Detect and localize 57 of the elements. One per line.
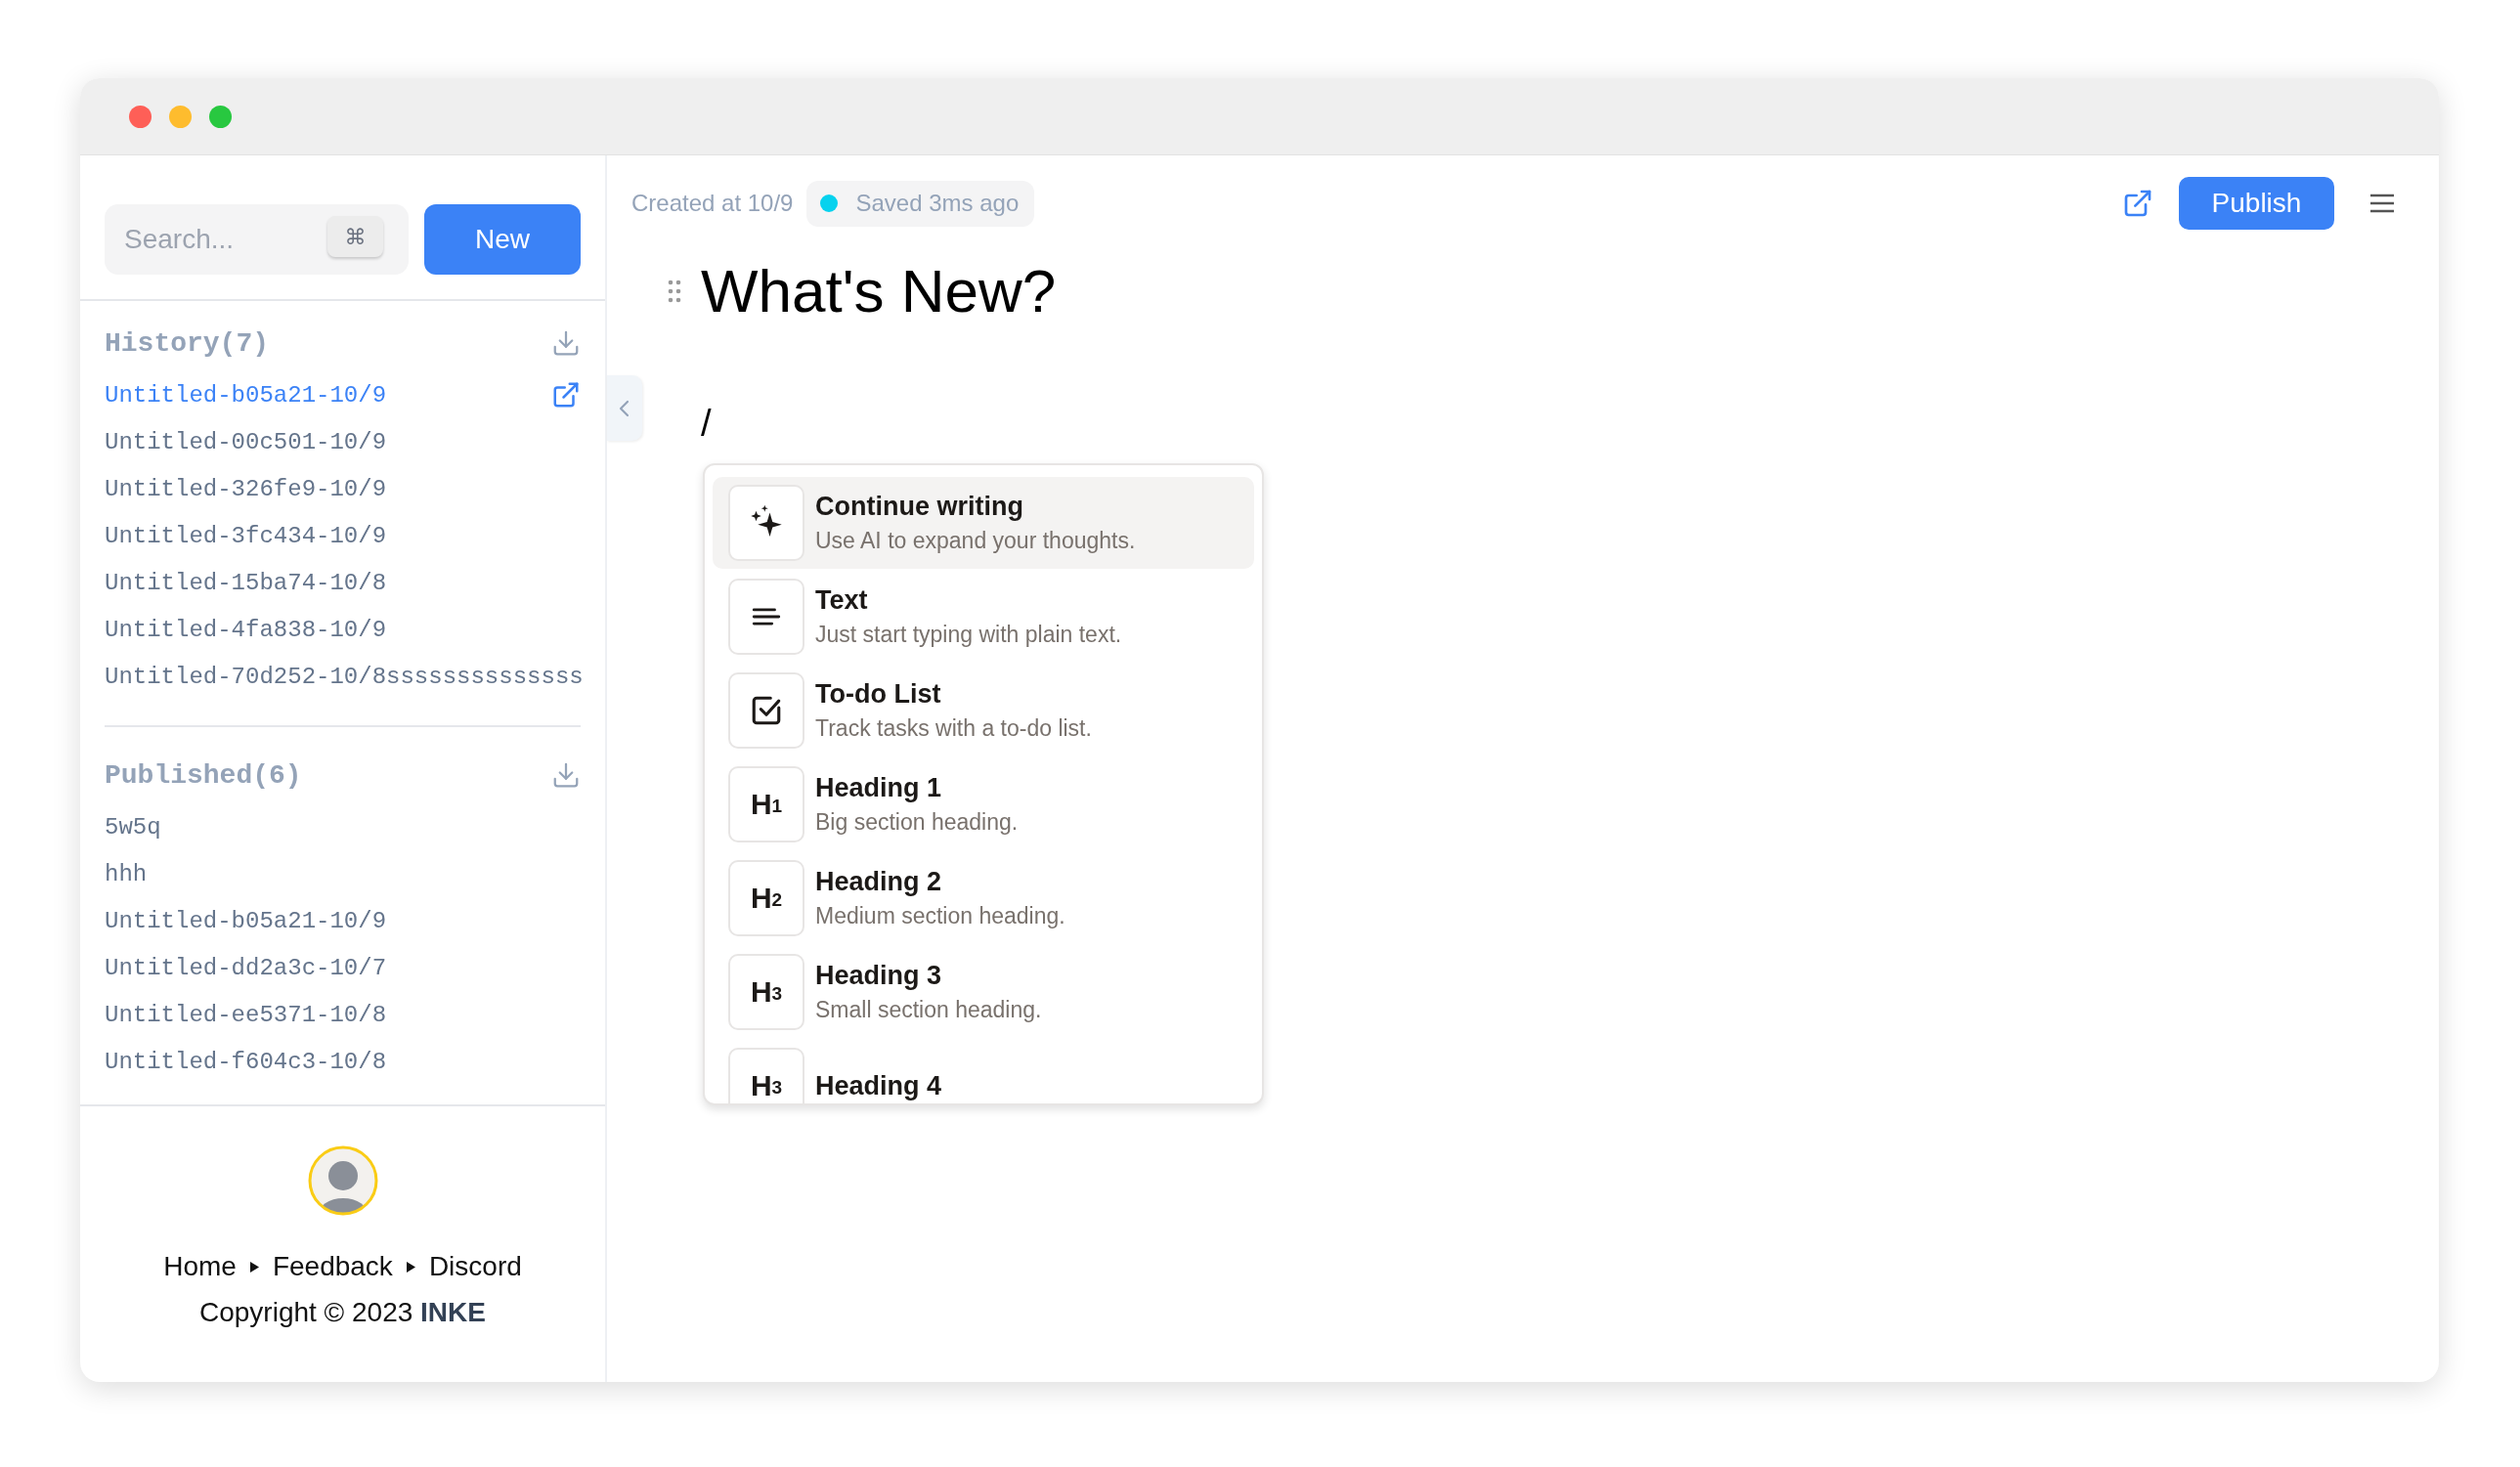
section-title: History(7) (105, 327, 270, 359)
menu-icon[interactable] (2369, 193, 2395, 214)
document-title[interactable]: What's New? (701, 255, 1057, 327)
document-link[interactable]: Untitled-dd2a3c-10/7 (105, 954, 387, 981)
minimize-window-button[interactable] (169, 105, 192, 128)
copyright-text: Copyright © 2023 INKE (199, 1297, 486, 1328)
document-link[interactable]: Untitled-ee5371-10/8 (105, 1001, 387, 1028)
document-link[interactable]: Untitled-b05a21-10/9 (105, 907, 387, 934)
lines-icon (728, 579, 804, 655)
menu-item-title: Text (815, 585, 869, 616)
menu-item[interactable]: To-do List Track tasks with a to-do list. (713, 665, 1254, 756)
menu-item-description: Medium section heading. (815, 903, 1065, 929)
drag-handle-icon[interactable] (668, 280, 681, 303)
menu-item-description: Just start typing with plain text. (815, 622, 1122, 648)
menu-item-description: Big section heading. (815, 809, 1019, 836)
footer-link[interactable]: Home (163, 1251, 237, 1282)
menu-item-title: Heading 2 (815, 867, 943, 897)
menu-item-description: Track tasks with a to-do list. (815, 715, 1092, 742)
shortcut-key: ⌘ (327, 216, 383, 257)
document-link[interactable]: Untitled-00c501-10/9 (105, 428, 387, 455)
download-icon[interactable] (551, 760, 581, 790)
menu-item-title: Heading 1 (815, 773, 943, 803)
menu-item-title: Heading 4 (815, 1070, 942, 1101)
document-link[interactable]: Untitled-4fa838-10/9 (105, 616, 387, 643)
menu-item[interactable]: Continue writing Use AI to expand your thoughts. (713, 477, 1254, 569)
sparkle-icon (728, 485, 804, 561)
save-status: Saved 3ms ago (806, 180, 1035, 227)
zoom-window-button[interactable] (209, 105, 232, 128)
document-link[interactable]: Untitled-326fe9-10/9 (105, 475, 387, 502)
menu-item-title: To-do List (815, 679, 942, 710)
triangle-icon (249, 1261, 259, 1273)
publish-button[interactable]: Publish (2179, 177, 2334, 230)
document-link[interactable]: Untitled-b05a21-10/9 (105, 381, 387, 409)
download-icon[interactable] (551, 328, 581, 358)
menu-item-title: Heading 3 (815, 961, 943, 991)
menu-item-description: Use AI to expand your thoughts. (815, 528, 1136, 554)
checkbox-icon (728, 672, 804, 749)
footer-link[interactable]: Feedback (272, 1251, 393, 1282)
close-window-button[interactable] (129, 105, 152, 128)
document-link[interactable]: 5w5q (105, 813, 161, 841)
footer-link[interactable]: Discord (428, 1251, 522, 1282)
editor-text[interactable]: / (701, 399, 2395, 448)
document-link[interactable]: hhh (105, 860, 148, 887)
chevron-left-icon (618, 398, 631, 418)
menu-item-title: Continue writing (815, 492, 1024, 522)
triangle-icon (406, 1261, 415, 1273)
menu-item-description: Small section heading. (815, 997, 1042, 1023)
menu-item[interactable]: Text Just start typing with plain text. (713, 571, 1254, 663)
new-button[interactable]: New (424, 204, 581, 275)
document-link[interactable]: Untitled-15ba74-10/8 (105, 569, 387, 596)
document-link[interactable]: Untitled-3fc434-10/9 (105, 522, 387, 549)
document-link[interactable]: Untitled-70d252-10/8ssssssssssssss (105, 663, 584, 690)
section-title: Published(6) (105, 759, 302, 791)
external-link-icon[interactable] (2122, 188, 2153, 219)
document-link[interactable]: Untitled-f604c3-10/8 (105, 1048, 387, 1075)
created-date: Created at 10/9 (631, 190, 794, 217)
external-link-icon[interactable] (551, 380, 581, 410)
